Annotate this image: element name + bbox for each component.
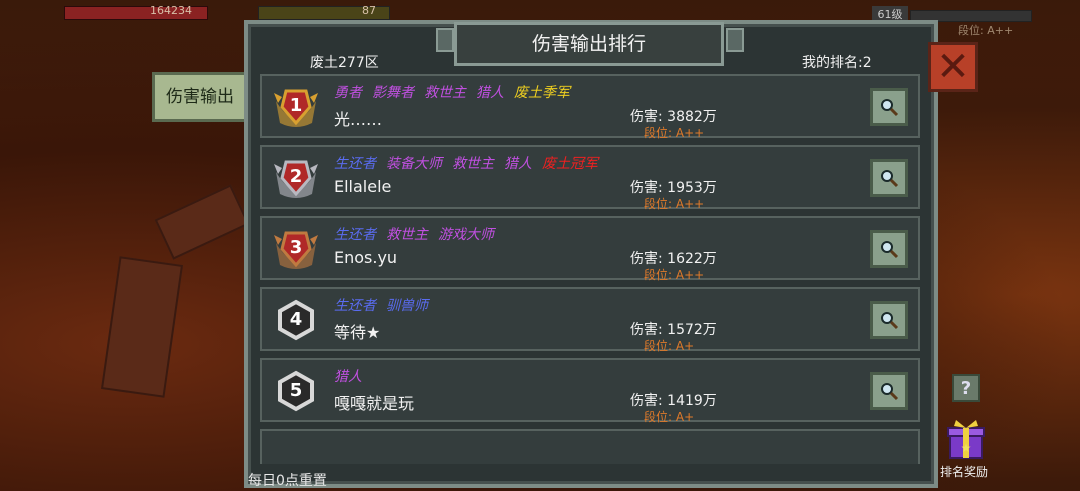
rank-hexagon-icon: 5 [272, 367, 320, 415]
rank-number: 1 [289, 95, 303, 116]
energy-value: 87 [362, 4, 376, 17]
tier-value: 段位: A++ [644, 126, 705, 140]
player-titles: 生还者 装备大师 救世主 猎人 废土冠军 [334, 153, 608, 173]
title-tag: 救世主 [452, 156, 494, 172]
title-tag: 猎人 [504, 156, 532, 172]
player-name: Ellalele [334, 177, 392, 196]
damage-value: 伤害: 1622万 [630, 251, 717, 267]
ranking-row: 3 生还者 救世主 游戏大师 Enos.yu 伤害: 1622万 段位: A++ [260, 216, 920, 282]
player-titles: 勇者 影舞者 救世主 猎人 废土季军 [334, 82, 580, 102]
rank-hexagon-icon: 4 [272, 296, 320, 344]
ranking-list[interactable]: 1 勇者 影舞者 救世主 猎人 废土季军 光…… 伤害: 3882万 段位: A++ 2 生还者 装备… [260, 74, 922, 464]
tier-value: 段位: A++ [644, 268, 705, 282]
my-rank: 我的排名:2 [802, 55, 872, 71]
player-titles: 生还者 救世主 游戏大师 [334, 224, 504, 244]
reset-note: 每日0点重置 [248, 473, 327, 489]
tier-value: 段位: A++ [644, 197, 705, 211]
player-name: Enos.yu [334, 248, 398, 267]
inspect-button[interactable] [870, 372, 908, 410]
rank-number: 3 [289, 237, 303, 258]
title-tag: 游戏大师 [438, 227, 494, 243]
title-tag: 废土季军 [514, 85, 570, 101]
inspect-button[interactable] [870, 301, 908, 339]
server-name: 废土277区 [310, 55, 379, 71]
title-decoration-left [436, 28, 454, 52]
damage-value: 伤害: 1419万 [630, 393, 717, 409]
tier-value: 段位: A+ [644, 339, 695, 353]
close-icon: ✕ [936, 44, 970, 90]
tier-value: 段位: A+ [644, 410, 695, 424]
title-tag: 勇者 [334, 85, 362, 101]
rank-number: 5 [289, 380, 303, 401]
close-button[interactable]: ✕ [928, 42, 978, 92]
tab-damage-output[interactable]: 伤害输出 [152, 72, 248, 122]
player-name: 嘎嘎就是玩 [334, 394, 415, 413]
inspect-button[interactable] [870, 159, 908, 197]
rank-number: 4 [289, 309, 303, 330]
player-titles: 生还者 驯兽师 [334, 295, 438, 315]
hp-value: 164234 [150, 4, 192, 17]
player-name: 等待★ [334, 323, 381, 342]
player-titles: 猎人 [334, 366, 372, 386]
hud-rank-text: 段位: A++ [958, 24, 1014, 37]
title-tag: 废土冠军 [542, 156, 598, 172]
rank-medal-icon: 2 [272, 154, 320, 202]
title-tag: 生还者 [334, 298, 376, 314]
ranking-row: 1 勇者 影舞者 救世主 猎人 废土季军 光…… 伤害: 3882万 段位: A++ [260, 74, 920, 140]
title-tag: 救世主 [386, 227, 428, 243]
inspect-button[interactable] [870, 88, 908, 126]
rank-medal-icon: 1 [272, 83, 320, 131]
inspect-button[interactable] [870, 230, 908, 268]
title-tag: 生还者 [334, 227, 376, 243]
ranking-row: 4 生还者 驯兽师 等待★ 伤害: 1572万 段位: A+ [260, 287, 920, 353]
title-tag: 装备大师 [386, 156, 442, 172]
rank-number: 2 [289, 166, 303, 187]
damage-value: 伤害: 3882万 [630, 109, 717, 125]
ranking-row: 5 猎人嘎嘎就是玩 伤害: 1419万 段位: A+ [260, 358, 920, 424]
ranking-row: 2 生还者 装备大师 救世主 猎人 废土冠军 Ellalele 伤害: 1953万 段位: A+… [260, 145, 920, 211]
player-name: 光…… [334, 110, 383, 129]
title-tag: 驯兽师 [386, 298, 428, 314]
title-tag: 影舞者 [372, 85, 414, 101]
reward-gift-icon[interactable]: ★ [946, 418, 986, 460]
reward-label: 排名奖励 [940, 465, 989, 479]
title-tag: 救世主 [424, 85, 466, 101]
title-decoration-right [726, 28, 744, 52]
help-button[interactable]: ? [952, 374, 980, 402]
svg-text:★: ★ [961, 441, 972, 455]
panel-title: 伤害输出排行 [454, 22, 724, 66]
title-tag: 猎人 [334, 369, 362, 385]
list-item-partial [260, 429, 920, 464]
damage-value: 伤害: 1572万 [630, 322, 717, 338]
title-tag: 猎人 [476, 85, 504, 101]
rank-medal-icon: 3 [272, 225, 320, 273]
damage-value: 伤害: 1953万 [630, 180, 717, 196]
title-tag: 生还者 [334, 156, 376, 172]
